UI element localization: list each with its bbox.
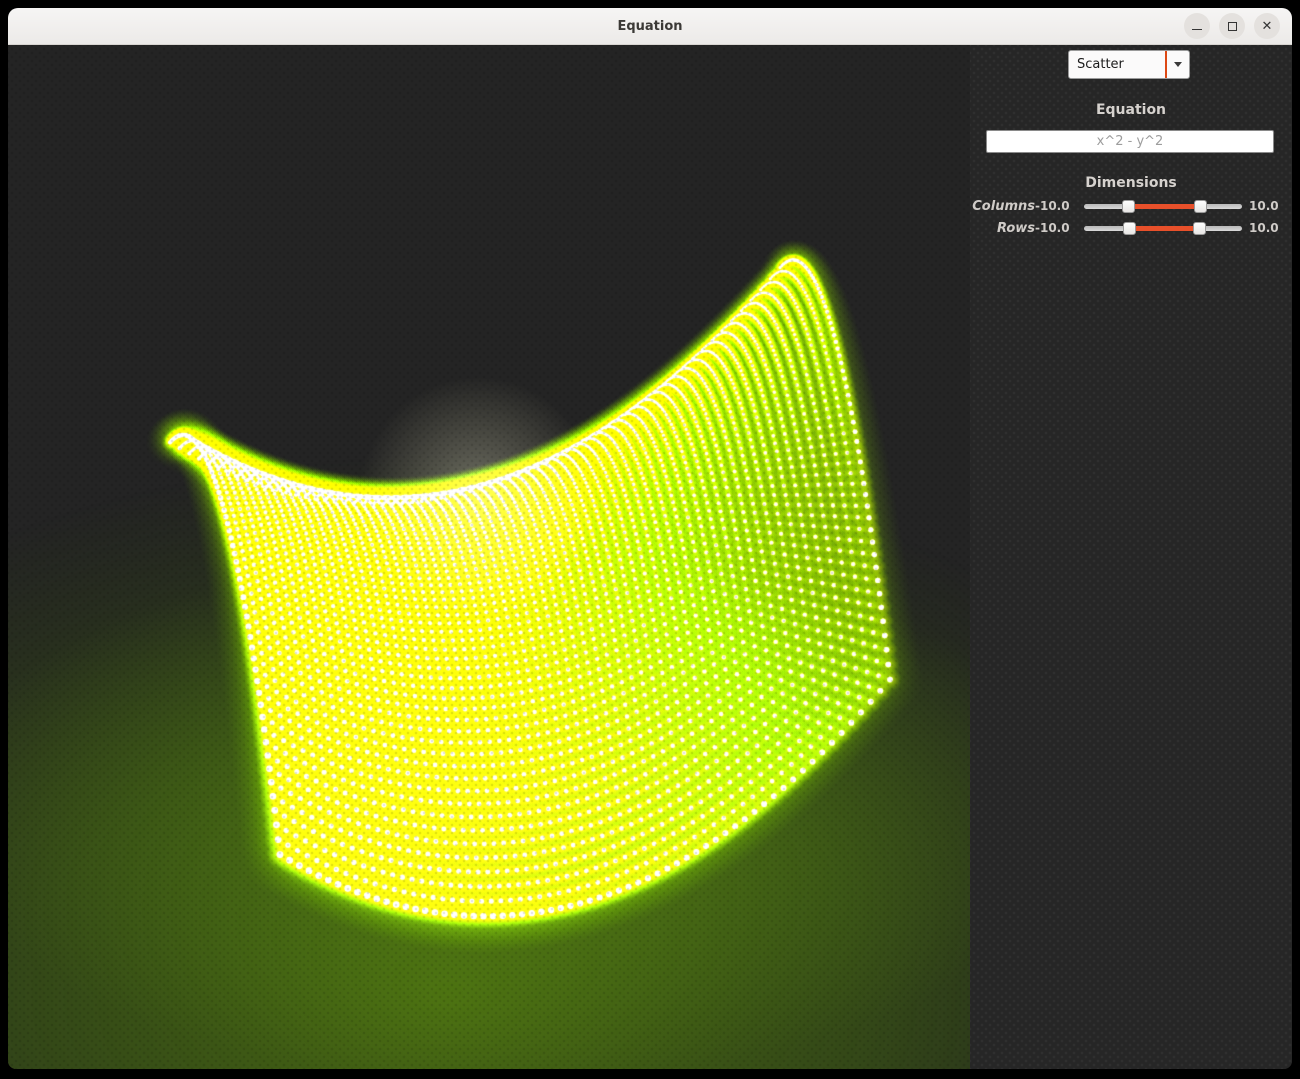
rows-range-slider[interactable] — [1084, 221, 1242, 235]
scatter-plot-3d[interactable] — [8, 45, 970, 1069]
chart-type-dropdown[interactable]: Scatter — [1068, 50, 1190, 79]
app-window: Equation ✕ Scatter — [8, 8, 1292, 1069]
columns-slider-row: Columns -10.0 10.0 — [970, 195, 1292, 217]
plot-canvas[interactable] — [8, 45, 970, 1069]
dimensions-label: Dimensions — [970, 175, 1292, 191]
equation-label: Equation — [970, 102, 1292, 118]
dropdown-button[interactable] — [1167, 51, 1189, 78]
maximize-button[interactable] — [1219, 13, 1245, 39]
maximize-icon — [1228, 22, 1237, 31]
rows-max-value: 10.0 — [1249, 221, 1283, 235]
slider-selected-range — [1128, 204, 1201, 209]
chevron-down-icon — [1174, 62, 1182, 67]
slider-selected-range — [1130, 226, 1200, 231]
rows-slider-row: Rows -10.0 10.0 — [970, 217, 1292, 239]
minimize-button[interactable] — [1184, 13, 1210, 39]
window-controls: ✕ — [1184, 8, 1280, 44]
columns-label: Columns — [970, 199, 1035, 214]
columns-range-slider[interactable] — [1084, 199, 1242, 213]
rows-label: Rows — [970, 221, 1035, 236]
rows-min-value: -10.0 — [1035, 221, 1067, 235]
chart-type-value: Scatter — [1069, 57, 1165, 72]
controls-sidebar: Scatter Equation Dimensions Columns -10.… — [970, 45, 1292, 1069]
title-bar[interactable]: Equation ✕ — [8, 8, 1292, 45]
window-content: Scatter Equation Dimensions Columns -10.… — [8, 45, 1292, 1069]
equation-input[interactable] — [986, 130, 1274, 153]
slider-handle-high[interactable] — [1193, 222, 1206, 235]
columns-min-value: -10.0 — [1035, 199, 1067, 213]
close-icon: ✕ — [1262, 20, 1273, 33]
slider-handle-low[interactable] — [1123, 222, 1136, 235]
window-title: Equation — [617, 19, 682, 34]
slider-handle-high[interactable] — [1194, 200, 1207, 213]
close-button[interactable]: ✕ — [1254, 13, 1280, 39]
columns-max-value: 10.0 — [1249, 199, 1283, 213]
minimize-icon — [1192, 29, 1202, 30]
slider-handle-low[interactable] — [1122, 200, 1135, 213]
